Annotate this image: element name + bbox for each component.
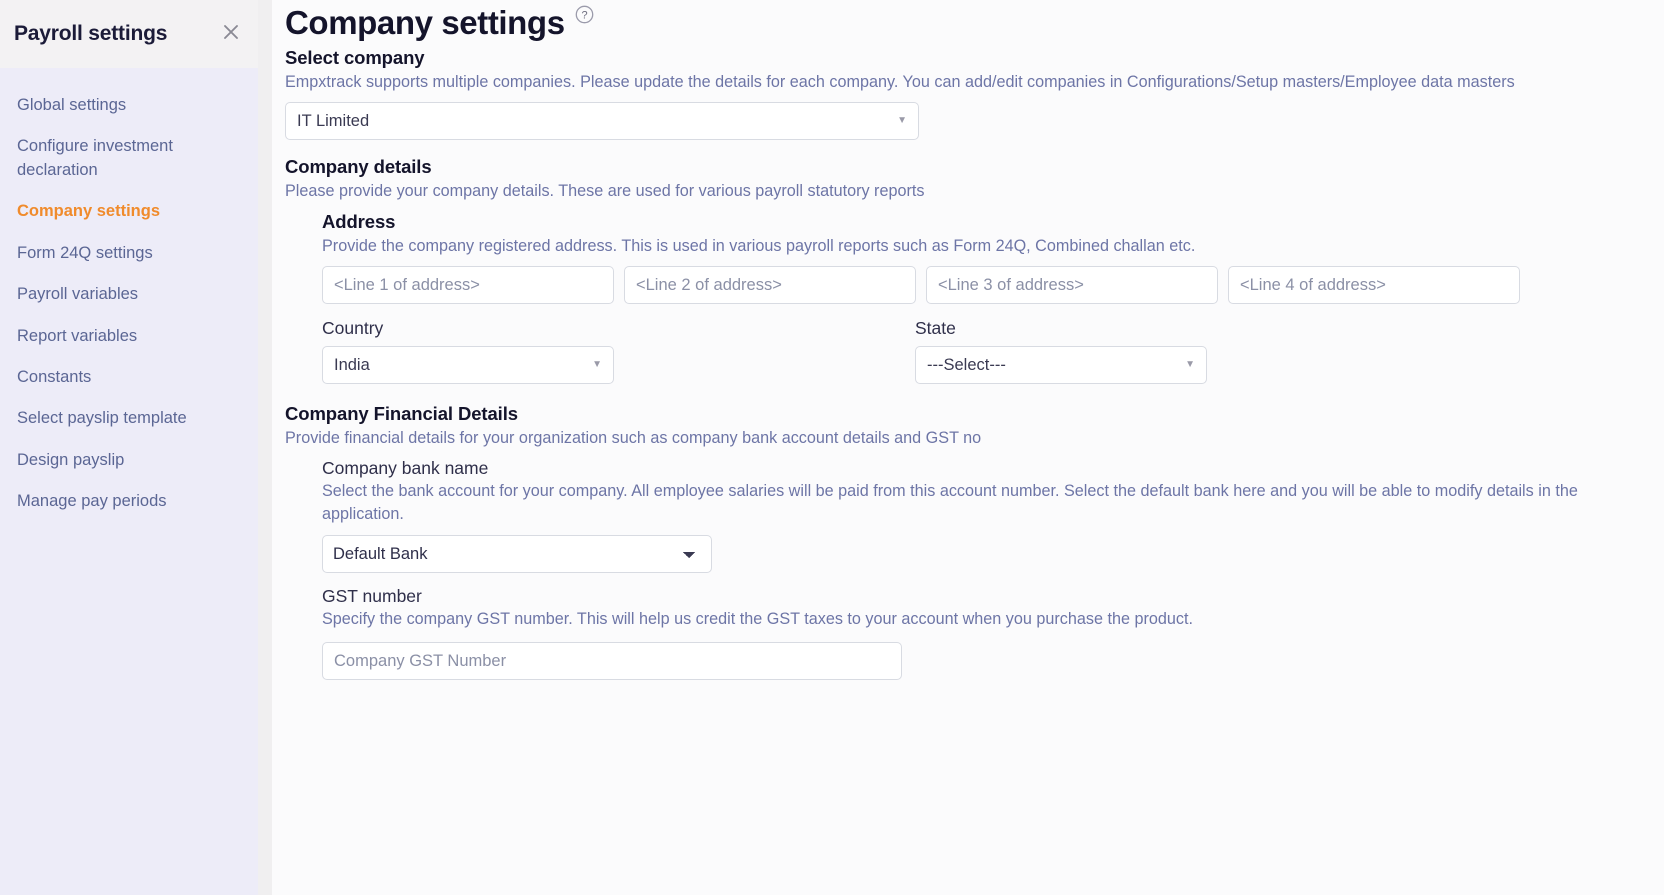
address-line-2-input[interactable] — [624, 266, 916, 305]
sidebar-item-global-settings[interactable]: Global settings — [0, 85, 258, 126]
help-circle-icon[interactable]: ? — [575, 5, 594, 24]
sidebar-item-form-24q-settings[interactable]: Form 24Q settings — [0, 233, 258, 274]
chevron-down-icon: ▼ — [1185, 359, 1195, 371]
country-field: Country India ▼ — [322, 318, 915, 385]
state-label: State — [915, 318, 956, 339]
country-select-value: India — [334, 355, 370, 374]
select-company-heading: Select company — [285, 47, 425, 69]
country-label: Country — [322, 318, 384, 339]
sidebar-item-report-variables[interactable]: Report variables — [0, 316, 258, 357]
sidebar-title: Payroll settings — [14, 22, 168, 45]
state-select[interactable]: ---Select--- ▼ — [915, 346, 1207, 385]
sidebar-item-select-payslip-template[interactable]: Select payslip template — [0, 398, 258, 439]
company-select-value: IT Limited — [297, 111, 370, 130]
address-line-3-input[interactable] — [926, 266, 1218, 305]
page-title-row: Company settings ? — [285, 0, 1656, 43]
gst-number-description: Specify the company GST number. This wil… — [322, 610, 1193, 629]
sidebar-item-manage-pay-periods[interactable]: Manage pay periods — [0, 481, 258, 522]
state-select-value: ---Select--- — [927, 355, 1006, 374]
company-details-heading: Company details — [285, 156, 432, 178]
bank-name-description: Select the bank account for your company… — [322, 482, 1578, 524]
sidebar-item-configure-investment-declaration[interactable]: Configure investment declaration — [0, 126, 258, 191]
country-state-row: Country India ▼ State ---Select--- ▼ — [322, 318, 1656, 385]
gst-number-input[interactable] — [322, 642, 902, 681]
financial-details-heading: Company Financial Details — [285, 403, 518, 425]
company-details-description: Please provide your company details. The… — [285, 182, 925, 201]
state-field: State ---Select--- ▼ — [915, 318, 1207, 385]
svg-text:?: ? — [581, 10, 587, 22]
financial-details-description: Provide financial details for your organ… — [285, 429, 982, 448]
gst-number-label: GST number — [322, 586, 422, 607]
address-line-4-input[interactable] — [1228, 266, 1520, 305]
company-select[interactable]: IT Limited ▼ — [285, 102, 919, 141]
address-line-1-input[interactable] — [322, 266, 614, 305]
address-description: Provide the company registered address. … — [322, 237, 1196, 256]
payroll-settings-page: Payroll settings Global settings Configu… — [0, 0, 1664, 895]
sidebar-item-payroll-variables[interactable]: Payroll variables — [0, 274, 258, 315]
sidebar-gutter — [258, 0, 272, 895]
main-content: Company settings ? Select company Empxtr… — [272, 0, 1664, 895]
address-lines-row — [322, 266, 1656, 305]
sidebar-nav: Global settings Configure investment dec… — [0, 68, 258, 895]
bank-name-label: Company bank name — [322, 458, 489, 479]
close-icon[interactable] — [220, 21, 242, 43]
country-select[interactable]: India ▼ — [322, 346, 614, 385]
sidebar-item-company-settings[interactable]: Company settings — [0, 191, 258, 232]
page-title: Company settings — [285, 4, 565, 41]
chevron-down-icon: ▼ — [897, 115, 907, 127]
sidebar-item-design-payslip[interactable]: Design payslip — [0, 440, 258, 481]
address-heading: Address — [322, 211, 396, 233]
sidebar: Payroll settings Global settings Configu… — [0, 0, 258, 895]
sidebar-item-constants[interactable]: Constants — [0, 357, 258, 398]
select-company-description: Empxtrack supports multiple companies. P… — [285, 73, 1515, 92]
chevron-down-icon: ▼ — [592, 359, 602, 371]
sidebar-header: Payroll settings — [0, 0, 258, 68]
company-bank-select[interactable]: Default Bank — [322, 535, 712, 574]
